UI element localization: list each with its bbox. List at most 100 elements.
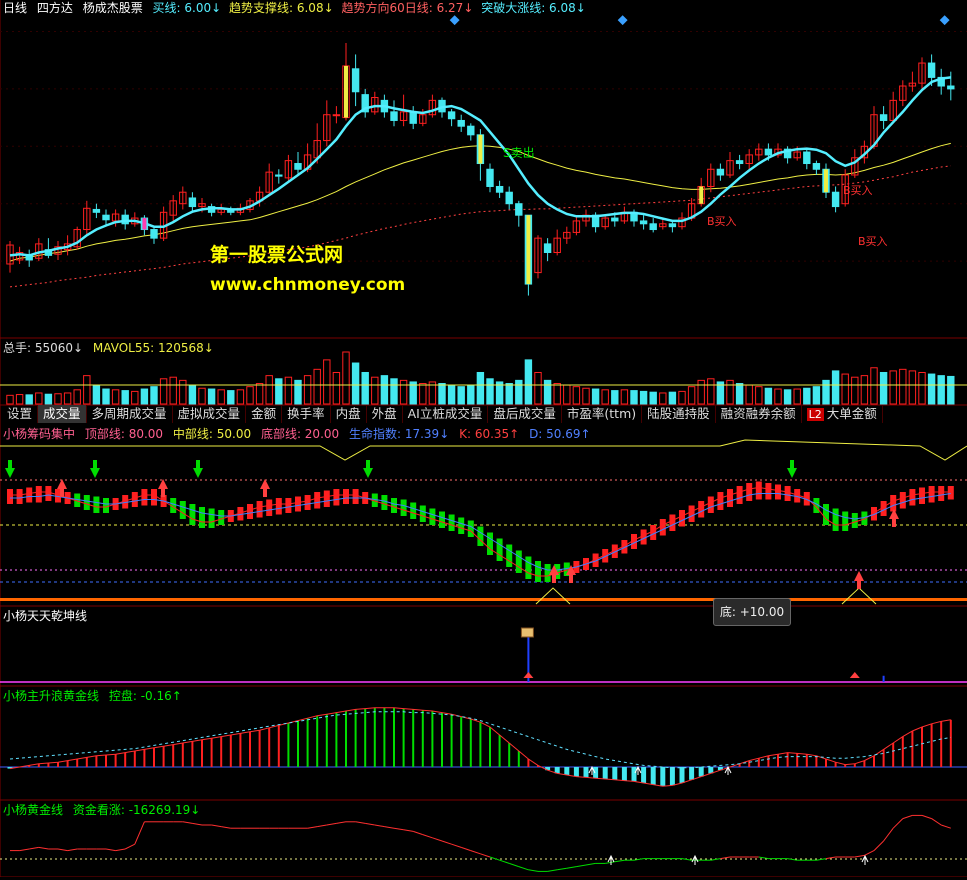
candle-body	[92, 208, 101, 213]
volume-bar	[54, 393, 62, 405]
tab-outer-volume[interactable]: 外盘	[367, 405, 403, 423]
tab-settings[interactable]: 设置	[2, 405, 39, 423]
highlight-candle	[526, 215, 531, 285]
gold-up-marker	[607, 854, 615, 865]
tab-northbound-holdings[interactable]: 陆股通持股	[642, 405, 716, 423]
volume-bar	[380, 375, 389, 405]
chip-bar	[717, 492, 724, 510]
main-rise-panel-header: 小杨主升浪黄金线 控盘: -0.16↑	[3, 688, 188, 704]
chip-bar	[45, 486, 52, 501]
chip-bar	[189, 504, 196, 525]
tab-large-order-label: 大单金额	[826, 406, 877, 421]
volume-bar	[198, 387, 206, 405]
gold-line-segment	[413, 830, 423, 836]
gold-line-segment	[124, 843, 136, 850]
gold-line-segment	[883, 827, 894, 842]
volume-bar	[467, 384, 475, 405]
gold-line-segment	[115, 848, 126, 852]
volume-bar	[131, 390, 139, 405]
volume-bar	[908, 370, 917, 405]
green-down-arrow	[5, 460, 15, 478]
volume-bar	[63, 392, 72, 405]
chip-bar	[823, 504, 829, 525]
volume-bar	[332, 371, 341, 405]
volume-bar	[563, 384, 571, 405]
volume-bar	[246, 386, 254, 405]
tab-pe-ttm[interactable]: 市盈率(ttm)	[562, 405, 643, 423]
l2-badge: L2	[806, 408, 824, 421]
tab-multi-period-volume[interactable]: 多周期成交量	[87, 405, 173, 423]
gold-line-segment	[902, 814, 913, 820]
chip-bar	[179, 501, 186, 519]
volume-bar	[678, 390, 686, 405]
volume-bar	[524, 359, 533, 405]
chip-bar	[247, 504, 253, 519]
gold-line-segment	[921, 814, 932, 820]
qiankun-up-arrow	[849, 672, 860, 678]
volume-bar	[726, 379, 734, 405]
tab-volume[interactable]: 成交量	[38, 405, 87, 423]
volume-bar	[342, 351, 350, 405]
buy-signal-label-3: B买入	[858, 235, 888, 248]
gold-line-segment	[576, 864, 587, 868]
volume-bar	[265, 375, 273, 405]
volume-bar	[15, 394, 24, 405]
top-envelope-line	[0, 439, 967, 461]
gold-up-marker	[691, 854, 699, 865]
candle-body	[457, 119, 465, 127]
volume-bar	[918, 371, 926, 405]
chip-bar	[746, 483, 753, 501]
tab-margin-balance[interactable]: 融资融券余额	[716, 405, 802, 423]
chip-bar	[314, 492, 321, 509]
chip-bar	[688, 505, 695, 522]
chip-bar	[343, 489, 349, 504]
candle-body	[735, 160, 744, 165]
chip-bar	[515, 550, 522, 573]
chip-bar	[698, 501, 705, 518]
tab-virtual-volume[interactable]: 虚拟成交量	[173, 405, 247, 423]
gold-line-segment	[825, 856, 836, 860]
buy-signal-label-1: B买入	[707, 215, 737, 228]
tab-amount[interactable]: 金额	[246, 405, 283, 423]
chip-bar	[93, 496, 100, 513]
volume-bar	[121, 390, 129, 405]
volume-bar	[879, 371, 888, 405]
chip-bar	[525, 556, 532, 579]
volume-bar	[227, 390, 235, 405]
gold-up-marker	[861, 854, 869, 865]
gold-line-segment	[720, 856, 731, 860]
volume-bar	[371, 376, 379, 405]
gold-line-segment	[365, 822, 375, 826]
chip-bar	[266, 499, 273, 516]
volume-bar	[159, 378, 168, 405]
green-down-arrow	[193, 460, 203, 478]
volume-bar	[899, 368, 907, 405]
candle-body	[812, 163, 821, 170]
volume-bar	[361, 371, 369, 405]
candle-body	[639, 220, 648, 225]
chip-bar	[938, 486, 945, 501]
candle-body	[188, 197, 197, 208]
gold-line-segment	[336, 821, 347, 824]
tab-after-hours-volume[interactable]: 盘后成交量	[488, 405, 562, 423]
volume-bar	[140, 388, 149, 405]
volume-bar	[822, 379, 830, 405]
gold-line-segment	[854, 854, 865, 858]
tab-inner-volume[interactable]: 内盘	[331, 405, 367, 423]
gold-line-segment	[307, 826, 318, 829]
volume-bar	[630, 390, 638, 405]
period-label[interactable]: 日线	[3, 1, 27, 15]
signal-diamond	[939, 15, 950, 26]
gold-line-segment	[518, 866, 529, 871]
tab-ai-volume[interactable]: AI立桩成交量	[403, 405, 489, 423]
volume-bar	[620, 389, 629, 405]
volume-bar	[783, 389, 792, 405]
total-volume-value: 总手: 55060↓	[3, 341, 84, 355]
stock-chart-window[interactable]: 日线 四方达 杨成杰股票 买线: 6.00↓ 趋势支撑线: 6.08↓ 趋势方向…	[0, 0, 967, 878]
gold-line-segment	[326, 822, 337, 826]
volume-bar	[284, 376, 293, 405]
volume-bar	[927, 373, 936, 405]
gold-line-segment	[528, 869, 539, 872]
tab-large-order-amount[interactable]: L2 大单金额	[802, 405, 883, 423]
tab-turnover[interactable]: 换手率	[282, 405, 331, 423]
